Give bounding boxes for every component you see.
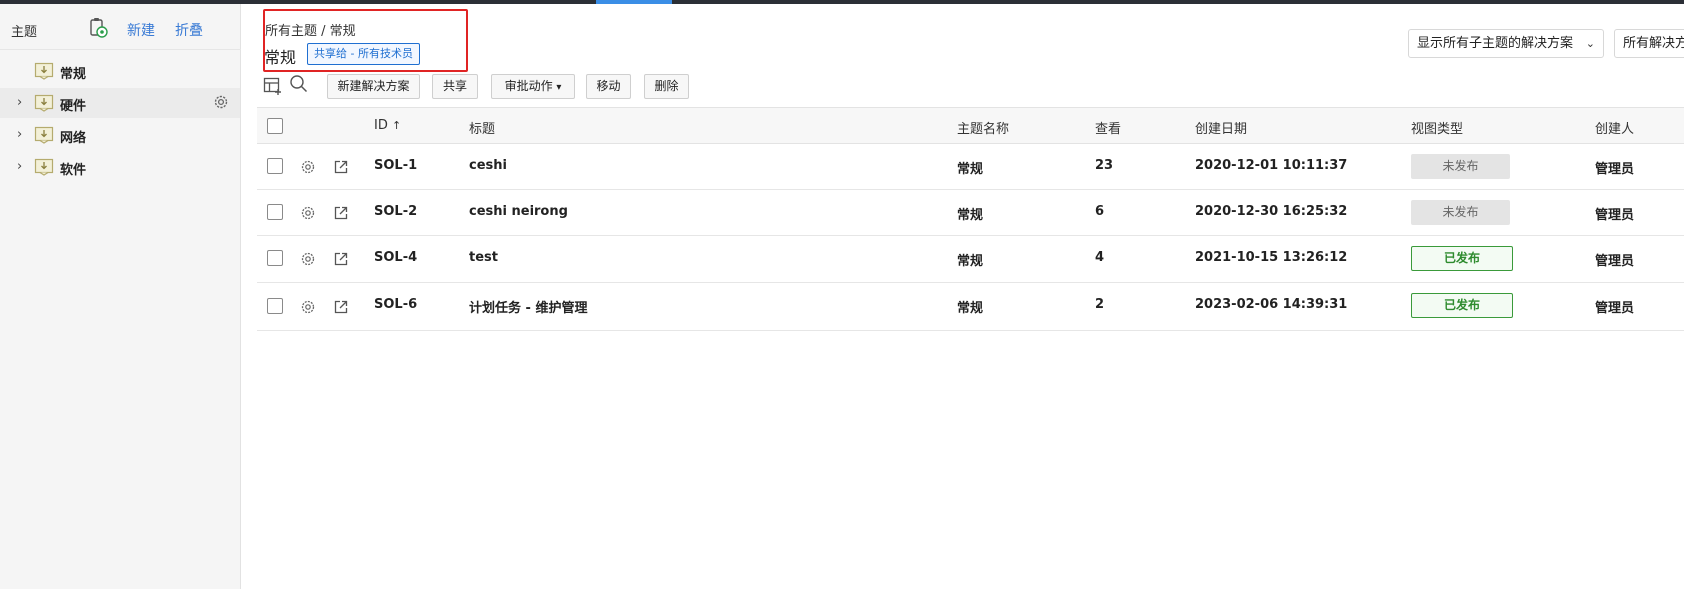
top-bar-active-tab[interactable] xyxy=(596,0,672,4)
row-views: 6 xyxy=(1095,204,1105,219)
solutions-filter-dropdown[interactable]: 所有解决方 xyxy=(1614,29,1684,58)
subtopic-filter-dropdown[interactable]: 显示所有子主题的解决方案 ⌄ xyxy=(1408,29,1604,58)
new-solution-button[interactable]: 新建解决方案 xyxy=(327,74,420,99)
sort-arrow-up-icon: ↑ xyxy=(392,119,402,132)
sidebar-title: 主题 xyxy=(11,25,38,40)
row-created: 2021-10-15 13:26:12 xyxy=(1195,250,1348,265)
row-created: 2023-02-06 14:39:31 xyxy=(1195,297,1348,312)
chevron-right-icon[interactable]: › xyxy=(17,159,29,174)
topic-icon xyxy=(34,94,54,112)
delete-button[interactable]: 删除 xyxy=(644,74,689,99)
row-views: 2 xyxy=(1095,297,1105,312)
top-bar xyxy=(0,0,1684,4)
row-checkbox[interactable] xyxy=(267,250,283,266)
sidebar-item-general[interactable]: 常规 xyxy=(0,56,240,86)
row-topic: 常规 xyxy=(957,162,984,177)
breadcrumb[interactable]: 所有主题 / 常规 xyxy=(265,20,356,39)
row-views: 4 xyxy=(1095,250,1105,265)
table-row[interactable]: SOL-6 计划任务 - 维护管理 常规 2 2023-02-06 14:39:… xyxy=(257,283,1684,331)
row-checkbox[interactable] xyxy=(267,158,283,174)
select-all-checkbox[interactable] xyxy=(267,118,283,134)
row-title[interactable]: test xyxy=(469,250,498,265)
column-header-title[interactable]: 标题 xyxy=(469,118,495,137)
share-button[interactable]: 共享 xyxy=(432,74,478,99)
sidebar-header: 主题 新建 折叠 xyxy=(0,4,241,50)
row-checkbox[interactable] xyxy=(267,204,283,220)
row-views: 23 xyxy=(1095,158,1114,173)
sidebar-item-software[interactable]: › 软件 xyxy=(0,152,240,182)
share-badge[interactable]: 共享给 - 所有技术员 xyxy=(307,43,420,65)
open-external-icon[interactable] xyxy=(333,159,349,175)
gear-icon[interactable] xyxy=(300,159,316,175)
row-created: 2020-12-30 16:25:32 xyxy=(1195,204,1348,219)
row-title[interactable]: ceshi xyxy=(469,158,507,173)
column-header-topic[interactable]: 主题名称 xyxy=(957,118,1009,137)
chevron-down-icon: ▾ xyxy=(556,82,562,93)
open-external-icon[interactable] xyxy=(333,251,349,267)
sidebar-fold-link[interactable]: 折叠 xyxy=(175,20,203,40)
row-title[interactable]: 计划任务 - 维护管理 xyxy=(469,297,587,316)
approval-label: 审批动作 xyxy=(504,79,553,93)
page-title: 常规 xyxy=(264,48,297,67)
sidebar-item-label: 网络 xyxy=(60,131,87,146)
gear-icon[interactable] xyxy=(212,93,230,111)
gear-icon[interactable] xyxy=(300,299,316,315)
open-external-icon[interactable] xyxy=(333,205,349,221)
dropdown-value: 所有解决方 xyxy=(1623,36,1684,51)
table-row[interactable]: SOL-2 ceshi neirong 常规 6 2020-12-30 16:2… xyxy=(257,190,1684,236)
sidebar-item-label: 常规 xyxy=(60,67,87,82)
status-badge: 未发布 xyxy=(1411,200,1510,225)
sidebar-item-network[interactable]: › 网络 xyxy=(0,120,240,150)
sidebar-item-label: 软件 xyxy=(60,163,87,178)
approval-actions-button[interactable]: 审批动作 ▾ xyxy=(491,74,575,99)
row-topic: 常规 xyxy=(957,301,984,316)
row-id[interactable]: SOL-2 xyxy=(374,204,417,219)
row-creator: 管理员 xyxy=(1595,208,1635,223)
move-button[interactable]: 移动 xyxy=(586,74,631,99)
sidebar: 主题 新建 折叠 常规 › 硬件 › 网络 › 软件 xyxy=(0,4,241,589)
row-creator: 管理员 xyxy=(1595,254,1635,269)
row-creator: 管理员 xyxy=(1595,162,1635,177)
table-row[interactable]: SOL-1 ceshi 常规 23 2020-12-01 10:11:37 未发… xyxy=(257,144,1684,190)
status-badge: 已发布 xyxy=(1411,246,1513,271)
row-topic: 常规 xyxy=(957,208,984,223)
column-header-id[interactable]: ID ↑ xyxy=(374,118,401,133)
status-badge: 未发布 xyxy=(1411,154,1510,179)
column-header-view-type[interactable]: 视图类型 xyxy=(1411,118,1463,137)
row-created: 2020-12-01 10:11:37 xyxy=(1195,158,1348,173)
row-id[interactable]: SOL-6 xyxy=(374,297,417,312)
gear-icon[interactable] xyxy=(300,251,316,267)
table-row[interactable]: SOL-4 test 常规 4 2021-10-15 13:26:12 已发布 … xyxy=(257,236,1684,283)
search-icon[interactable] xyxy=(289,74,309,94)
sidebar-item-hardware[interactable]: › 硬件 xyxy=(0,88,240,118)
row-id[interactable]: SOL-1 xyxy=(374,158,417,173)
gear-icon[interactable] xyxy=(300,205,316,221)
row-topic: 常规 xyxy=(957,254,984,269)
status-badge: 已发布 xyxy=(1411,293,1513,318)
dropdown-value: 显示所有子主题的解决方案 xyxy=(1417,36,1574,51)
column-chooser-icon[interactable] xyxy=(263,76,283,96)
sidebar-new-link[interactable]: 新建 xyxy=(127,20,155,40)
row-creator: 管理员 xyxy=(1595,301,1635,316)
row-checkbox[interactable] xyxy=(267,298,283,314)
topic-icon xyxy=(34,126,54,144)
topic-icon xyxy=(34,62,54,80)
topic-icon xyxy=(34,158,54,176)
row-title[interactable]: ceshi neirong xyxy=(469,204,568,219)
table-header: ID ↑ 标题 主题名称 查看 创建日期 视图类型 创建人 xyxy=(257,107,1684,144)
column-header-created[interactable]: 创建日期 xyxy=(1195,118,1247,137)
clipboard-view-icon[interactable] xyxy=(88,17,108,39)
column-header-creator[interactable]: 创建人 xyxy=(1595,118,1634,137)
sidebar-item-label: 硬件 xyxy=(60,99,87,114)
row-id[interactable]: SOL-4 xyxy=(374,250,417,265)
open-external-icon[interactable] xyxy=(333,299,349,315)
column-header-label: ID xyxy=(374,118,388,133)
chevron-right-icon[interactable]: › xyxy=(17,127,29,142)
chevron-down-icon: ⌄ xyxy=(1585,37,1595,50)
column-header-views[interactable]: 查看 xyxy=(1095,118,1121,137)
chevron-right-icon[interactable]: › xyxy=(17,95,29,110)
